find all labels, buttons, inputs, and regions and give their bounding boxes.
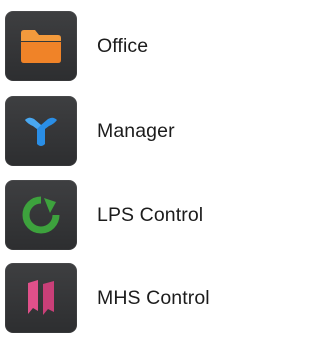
app-tile-office[interactable] — [5, 11, 77, 81]
app-label-manager: Manager — [97, 119, 175, 142]
app-label-mhs-control: MHS Control — [97, 286, 210, 309]
app-tile-manager[interactable] — [5, 96, 77, 166]
y-branch-icon — [25, 117, 57, 146]
ribbon-bars-icon — [28, 280, 54, 315]
app-label-office: Office — [97, 34, 149, 57]
circular-arrow-icon — [22, 196, 60, 234]
folder-icon — [21, 30, 61, 63]
app-item-office[interactable]: Office — [5, 11, 243, 81]
app-launcher-list: Office Manager LPS Control MHS Control — [0, 0, 245, 344]
app-item-lps-control[interactable]: LPS Control — [5, 180, 243, 250]
app-tile-mhs-control[interactable] — [5, 263, 77, 333]
app-item-manager[interactable]: Manager — [5, 96, 243, 166]
app-label-lps-control: LPS Control — [97, 203, 204, 226]
app-item-mhs-control[interactable]: MHS Control — [5, 263, 243, 333]
app-tile-lps-control[interactable] — [5, 180, 77, 250]
